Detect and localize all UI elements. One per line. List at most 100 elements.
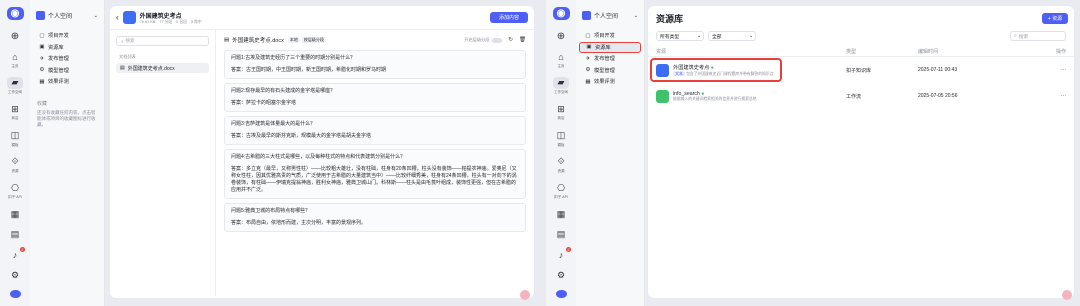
segment-answer: 答案：古王国时期，中王国时期，新王国时期，希腊化时期和罗马时期 (231, 67, 387, 73)
notification-badge: 2 (565, 246, 571, 252)
home-icon[interactable]: ⌂ (553, 50, 569, 62)
search-icon: ⌕ (1014, 34, 1017, 39)
scope-filter-select[interactable]: 全部 ⌄ (708, 31, 756, 41)
api-icon[interactable]: ⎔ (553, 182, 569, 194)
menu-library[interactable]: ▣ 资源库 (33, 42, 101, 54)
doc-icon[interactable]: ▤ (553, 229, 569, 241)
resource-icon[interactable]: ⟐ (7, 156, 23, 168)
doc-search-input[interactable]: ⌕ 搜索 (116, 36, 209, 46)
rail-label-store: 商店 (557, 116, 565, 121)
segment-card[interactable]: 问题1:古埃及建筑史经历了三个重要的时期分别是什么？ 答案：古王国时期，中王国时期… (224, 50, 526, 79)
segment-card[interactable]: 问题3:吉萨建筑是体量最大的是什么？ 答案：古埃及最早的斯芬克斯，规模最大的金字塔… (224, 116, 526, 145)
rail-label-api: 扣子·API (554, 195, 568, 200)
library-icon: ▣ (586, 44, 592, 51)
doc-list-item[interactable]: ▤ 外国建筑史考点.docx (116, 63, 209, 73)
float-assistant-icon[interactable] (520, 290, 530, 300)
table-row[interactable]: info_search ● 根据输入的关键词检索相关的信息并进行搜索总结 工作流… (648, 83, 1074, 109)
template-icon[interactable]: ◫ (7, 129, 23, 141)
rail-label-store: 商店 (11, 116, 19, 121)
settings-icon[interactable]: ⚙ (553, 269, 569, 281)
search-icon: ⌕ (121, 38, 124, 44)
menu-label: 发布管理 (48, 56, 69, 63)
more-icon[interactable]: ··· (1061, 67, 1066, 73)
add-content-button[interactable]: 添加内容 (490, 12, 528, 23)
chevron-down-icon: ⌄ (696, 33, 701, 39)
workflow-icon (656, 89, 669, 103)
segment-toggle[interactable] (492, 37, 503, 43)
bell-icon[interactable]: ♪ 2 (7, 246, 25, 261)
table-row[interactable]: 外国建筑史考点 ● 文本 包含了外国建筑史近门课程题库并带有解答的知识点 扣子知… (648, 57, 1074, 83)
menu-eval[interactable]: ▦ 效果评测 (33, 76, 101, 88)
avatar[interactable] (555, 289, 567, 298)
menu-label: 模型管理 (594, 67, 615, 74)
segment-question: 问题3:吉萨建筑是体量最大的是什么？ (231, 121, 316, 127)
resource-time: 2025-07-11 00:43 (918, 67, 958, 73)
space-switcher[interactable]: 个人空间 ⌄ (582, 11, 644, 20)
workspace-icon[interactable]: ▰ (7, 76, 23, 90)
grid-icon[interactable]: ▦ (553, 208, 569, 220)
resource-library-panel: 资源库 + 资源 所有类型 ⌄ 全部 ⌄ ⌕ 搜索 资源 类型 编辑时间 操作 外国建… (648, 6, 1074, 298)
app-logo-icon[interactable]: ◉ (6, 7, 24, 21)
resource-type: 工作流 (846, 93, 862, 100)
rail-label-template: 模板 (557, 142, 565, 147)
menu-label: 效果评测 (594, 79, 615, 86)
back-icon[interactable]: ‹ (116, 13, 119, 22)
eval-icon: ▦ (585, 78, 591, 85)
menu-library[interactable]: ▣ 资源库 (579, 41, 641, 53)
segment-question: 问题1:古埃及建筑史经历了三个重要的时期分别是什么？ (231, 55, 356, 61)
home-icon[interactable]: ⌂ (7, 50, 23, 62)
col-header: 类型 (846, 49, 857, 55)
api-icon[interactable]: ⎔ (7, 182, 23, 194)
more-icon[interactable]: ··· (1061, 93, 1066, 99)
resource-search-input[interactable]: ⌕ 搜索 (1010, 31, 1066, 41)
segment-card[interactable]: 问题2:现存最早的有石头建成的金字塔是哪座？ 答案：萨拉卡的昭塞尔金字塔 (224, 83, 526, 112)
float-assistant-icon[interactable] (1062, 290, 1072, 300)
menu-model[interactable]: ⚙ 模型管理 (33, 65, 101, 77)
menu-project[interactable]: ▢ 项目开发 (33, 30, 101, 42)
knowledge-icon (122, 11, 136, 24)
chevron-down-icon: ⌄ (633, 12, 638, 19)
delete-icon[interactable]: 🗑 (519, 37, 526, 43)
create-icon[interactable]: ⊕ (553, 30, 569, 42)
menu-project[interactable]: ▢ 项目开发 (579, 30, 641, 42)
new-resource-button[interactable]: + 资源 (1042, 13, 1068, 24)
refresh-icon[interactable]: ↻ (508, 37, 513, 43)
stat: 0 召回 (176, 19, 187, 24)
segment-answer: 答案：萨拉卡的昭塞尔金字塔 (231, 100, 297, 106)
type-filter-select[interactable]: 所有类型 ⌄ (656, 31, 704, 41)
rail-label-workspace: 工作空间 (554, 90, 568, 95)
resource-icon[interactable]: ⟐ (553, 156, 569, 168)
favorites-title: 收藏 (37, 100, 48, 107)
segment-card[interactable]: 问题4:古希腊的三大柱式是哪些，以及每种柱式的特点和代表建筑分别是什么？ 答案：多… (224, 149, 526, 199)
space-switcher[interactable]: 个人空间 ⌄ (36, 11, 104, 20)
template-icon[interactable]: ◫ (553, 129, 569, 141)
avatar[interactable] (9, 289, 21, 298)
right-rail: ◉ ⊕ ⌂ 主页 ▰ 工作空间 ⊞ 商店 ◫ 模板 ⟐ 资源 ⎔ 扣子·API … (546, 0, 576, 306)
app-logo-icon[interactable]: ◉ (552, 7, 570, 21)
menu-publish[interactable]: ✈ 发布管理 (579, 53, 641, 65)
workspace-icon[interactable]: ▰ (553, 76, 569, 90)
check-icon: ● (701, 90, 705, 97)
resource-desc: 根据输入的关键词检索相关的信息并进行搜索总结 (673, 96, 757, 101)
rail-label-home: 主页 (11, 63, 19, 68)
store-icon[interactable]: ⊞ (7, 103, 23, 115)
menu-eval[interactable]: ▦ 效果评测 (579, 76, 641, 88)
menu-publish[interactable]: ✈ 发布管理 (33, 53, 101, 65)
store-icon[interactable]: ⊞ (553, 103, 569, 115)
settings-icon[interactable]: ⚙ (7, 269, 23, 281)
publish-icon: ✈ (585, 55, 591, 62)
doc-header-title: 外国建筑史考点.docx (232, 38, 284, 44)
knowledge-stats: 76.61 KB 77 分段 0 召回 5 命中 (140, 20, 202, 25)
doc-icon[interactable]: ▤ (7, 229, 23, 241)
left-sidebar: 个人空间 ⌄ ▢ 项目开发 ▣ 资源库 ✈ 发布管理 ⚙ 模型管理 ▦ 效果评测 收藏 还… (30, 0, 105, 306)
bell-icon[interactable]: ♪ 2 (553, 246, 571, 261)
menu-label: 效果评测 (48, 79, 69, 86)
model-icon: ⚙ (39, 67, 45, 74)
doc-tag: 按层级分段 (301, 37, 326, 43)
create-icon[interactable]: ⊕ (7, 30, 23, 42)
menu-model[interactable]: ⚙ 模型管理 (579, 65, 641, 77)
stat: 5 命中 (190, 19, 202, 24)
segment-card[interactable]: 问题5:雅典卫城的布局特点有哪些？ 答案：布局自由，依地形而建，主次分明，丰富的景… (224, 203, 526, 232)
favorites-empty-text: 还没有收藏任何内容，点击智能体或项目的收藏图标进行收藏。 (37, 109, 96, 127)
grid-icon[interactable]: ▦ (7, 208, 23, 220)
